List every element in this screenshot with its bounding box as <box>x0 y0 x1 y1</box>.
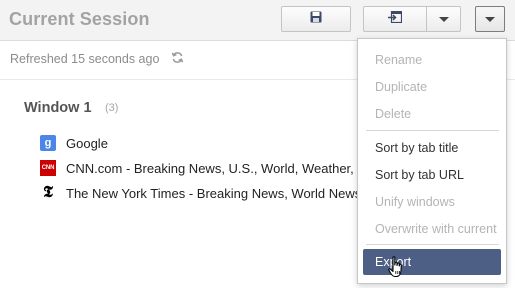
tab-title: CNN.com - Breaking News, U.S., World, We… <box>66 160 354 176</box>
floppy-disk-icon <box>310 10 322 28</box>
google-favicon: g <box>40 135 56 151</box>
open-session-button[interactable] <box>363 6 427 32</box>
menu-item-rename[interactable]: Rename <box>363 47 501 73</box>
nyt-favicon: 𝕿 <box>43 184 53 201</box>
header-bar: Current Session <box>0 0 515 41</box>
tab-item[interactable]: 𝕿 The New York Times - Breaking News, Wo… <box>40 184 361 202</box>
chevron-down-icon <box>485 16 495 22</box>
menu-item-duplicate[interactable]: Duplicate <box>363 74 501 100</box>
menu-separator <box>366 130 499 131</box>
session-dropdown-menu: Rename Duplicate Delete Sort by tab titl… <box>357 38 507 284</box>
session-manager-popup: Current Session Refreshed 15 seconds ago… <box>0 0 515 288</box>
tab-title: The New York Times - Breaking News, Worl… <box>66 185 362 201</box>
menu-item-unify-windows[interactable]: Unify windows <box>363 189 501 215</box>
cnn-favicon: CNN <box>40 160 56 176</box>
open-in-window-icon <box>388 10 403 28</box>
open-options-dropdown-button[interactable] <box>426 6 461 32</box>
refresh-status: Refreshed 15 seconds ago <box>10 52 160 66</box>
page-title: Current Session <box>9 9 150 29</box>
menu-item-export[interactable]: Export <box>363 249 501 275</box>
tab-item[interactable]: CNN CNN.com - Breaking News, U.S., World… <box>40 159 354 177</box>
session-menu-button[interactable] <box>475 6 505 32</box>
refresh-icon[interactable] <box>171 51 184 69</box>
chevron-down-icon <box>438 16 449 22</box>
menu-separator <box>366 244 499 245</box>
tab-item[interactable]: g Google <box>40 134 108 152</box>
menu-item-overwrite[interactable]: Overwrite with current <box>363 216 501 242</box>
tab-title: Google <box>66 135 108 151</box>
window-title[interactable]: Window 1 <box>24 100 92 116</box>
menu-item-delete[interactable]: Delete <box>363 101 501 127</box>
save-session-button[interactable] <box>281 6 351 32</box>
menu-item-sort-by-url[interactable]: Sort by tab URL <box>363 162 501 188</box>
menu-item-sort-by-title[interactable]: Sort by tab title <box>363 135 501 161</box>
window-tab-count: (3) <box>105 102 119 114</box>
